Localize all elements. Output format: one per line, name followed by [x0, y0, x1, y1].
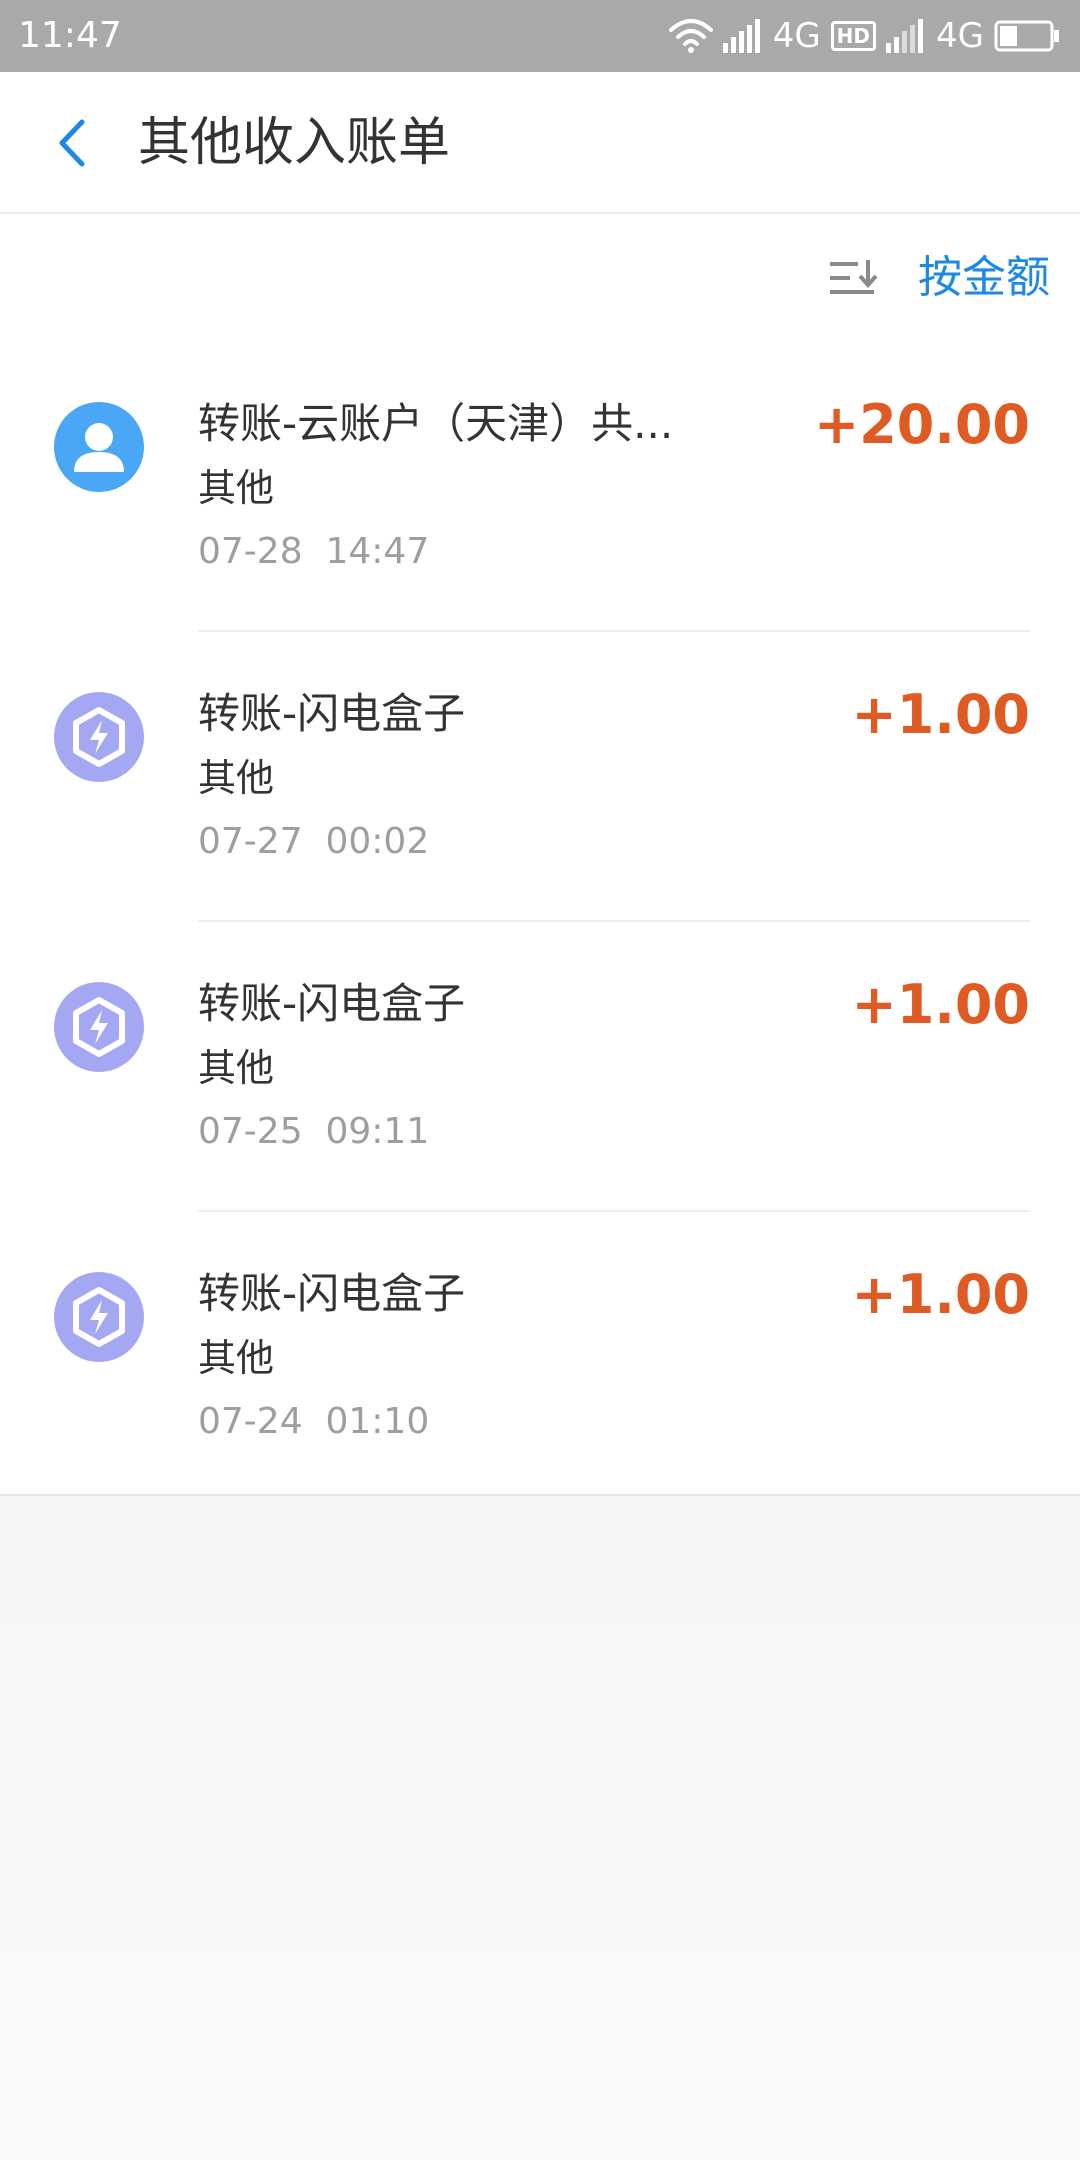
transaction-title: 转账-闪电盒子 — [198, 979, 466, 1028]
status-icons: 4G HD 4G — [668, 14, 1060, 58]
lightning-box-icon — [54, 692, 144, 782]
transaction-title: 转账-闪电盒子 — [198, 689, 466, 738]
transaction-amount: +1.00 — [851, 1263, 1030, 1326]
bill-list-card: 按金额 转账-云账户（天津）共... 其他 07-28 14:47 +20.00 — [0, 214, 1080, 1496]
user-icon — [54, 402, 144, 492]
transaction-row[interactable]: 转账-闪电盒子 其他 07-24 01:10 +1.00 — [0, 1212, 1080, 1502]
transaction-category: 其他 — [198, 756, 275, 800]
transaction-category: 其他 — [198, 1336, 275, 1380]
transaction-datetime: 07-24 01:10 — [198, 1401, 430, 1442]
transaction-list: 转账-云账户（天津）共... 其他 07-28 14:47 +20.00 转账-… — [0, 342, 1080, 1502]
network-type-2: 4G — [936, 16, 984, 56]
app-header: 其他收入账单 — [0, 72, 1080, 214]
page-title: 其他收入账单 — [138, 113, 451, 173]
sort-by-amount-button[interactable]: 按金额 — [918, 248, 1050, 308]
chevron-left-icon — [59, 119, 85, 167]
network-type-1: 4G — [772, 16, 821, 56]
wifi-icon — [668, 18, 713, 54]
transaction-row[interactable]: 转账-云账户（天津）共... 其他 07-28 14:47 +20.00 — [0, 342, 1080, 632]
transaction-amount: +1.00 — [851, 683, 1030, 746]
transaction-title: 转账-云账户（天津）共... — [198, 399, 674, 448]
sort-icon[interactable] — [830, 258, 878, 298]
transaction-row[interactable]: 转账-闪电盒子 其他 07-25 09:11 +1.00 — [0, 922, 1080, 1212]
status-bar: 11:47 4G HD 4G — [0, 0, 1080, 72]
lightning-box-icon — [54, 1272, 144, 1362]
transaction-datetime: 07-27 00:02 — [198, 821, 430, 862]
sort-control[interactable]: 按金额 — [830, 248, 1050, 308]
status-time: 11:47 — [18, 15, 122, 56]
transaction-datetime: 07-25 09:11 — [198, 1111, 430, 1152]
signal-icon-2 — [886, 19, 926, 53]
battery-icon — [994, 20, 1060, 52]
transaction-amount: +20.00 — [813, 393, 1030, 456]
signal-icon — [722, 19, 763, 53]
transaction-category: 其他 — [198, 466, 275, 510]
empty-background — [0, 1496, 1080, 2160]
transaction-category: 其他 — [198, 1046, 275, 1090]
transaction-datetime: 07-28 14:47 — [198, 531, 430, 572]
lightning-box-icon — [54, 982, 144, 1072]
hd-badge: HD — [830, 21, 877, 51]
back-button[interactable] — [36, 108, 106, 178]
transaction-title: 转账-闪电盒子 — [198, 1269, 466, 1318]
transaction-row[interactable]: 转账-闪电盒子 其他 07-27 00:02 +1.00 — [0, 632, 1080, 922]
transaction-amount: +1.00 — [851, 973, 1030, 1036]
